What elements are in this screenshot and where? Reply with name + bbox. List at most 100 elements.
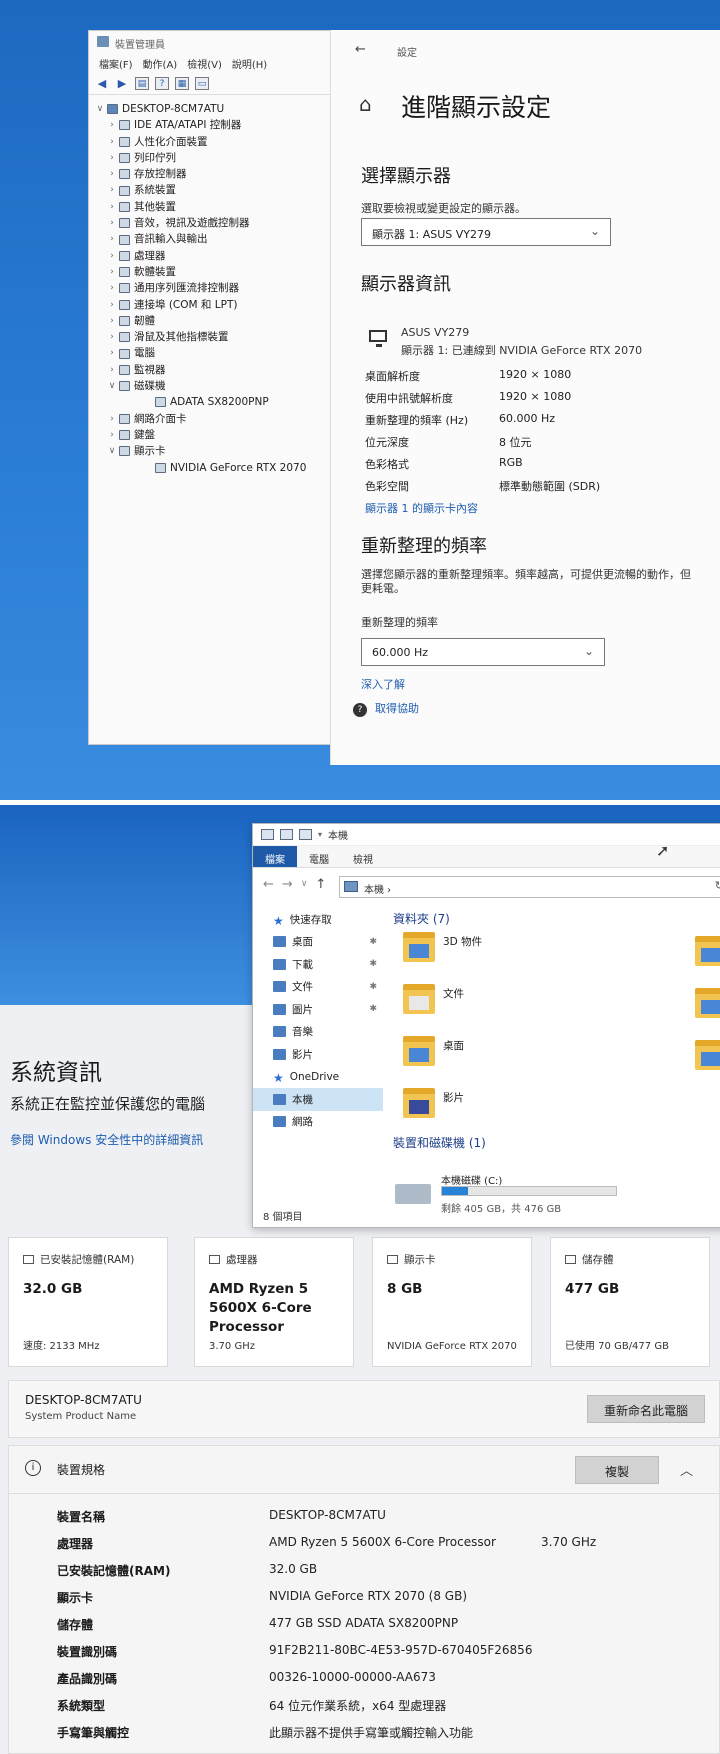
chevron-right-icon[interactable]: › (105, 248, 119, 264)
back-arrow-icon[interactable]: ← (355, 42, 366, 57)
forward-arrow-icon[interactable]: → (282, 877, 293, 892)
nav-item[interactable]: 下載 ✱ (253, 953, 383, 976)
chevron-right-icon[interactable]: › (105, 150, 119, 166)
device-tree-item[interactable]: › IDE ATA/ATAPI 控制器 (93, 117, 339, 133)
chevron-right-icon[interactable]: › (105, 427, 119, 443)
rename-pc-button[interactable]: 重新命名此電腦 (587, 1395, 705, 1423)
pin-icon[interactable]: ✱ (369, 959, 377, 969)
display-select[interactable]: 顯示器 1: ASUS VY279 ⌄ (361, 218, 611, 246)
nav-item[interactable]: 影片 (253, 1043, 383, 1066)
chevron-down-icon[interactable]: ∨ (105, 378, 119, 394)
chevron-right-icon[interactable]: › (105, 199, 119, 215)
computer-icon (261, 829, 274, 840)
drives-heading[interactable]: 裝置和磁碟機 (1) (393, 1134, 486, 1151)
device-tree-item[interactable]: › 音效，視訊及遊戲控制器 (93, 215, 339, 231)
menu-view[interactable]: 檢視(V) (187, 56, 222, 73)
menu-file[interactable]: 檔案(F) (99, 56, 133, 73)
device-tree-item[interactable]: ∨ DESKTOP-8CM7ATU (93, 101, 339, 117)
device-tree-item[interactable]: › 連接埠 (COM 和 LPT) (93, 297, 339, 313)
spec-row: 裝置名稱 DESKTOP-8CM7ATU (57, 1508, 717, 1528)
folders-heading[interactable]: 資料夾 (7) (393, 910, 450, 927)
recent-locations-icon[interactable]: ∨ (301, 879, 308, 889)
device-tree-item[interactable]: › 系統裝置 (93, 182, 339, 198)
device-tree-item[interactable]: › 電腦 (93, 345, 339, 361)
view-icon[interactable]: ▦ (175, 77, 189, 90)
device-tree-item[interactable]: › 處理器 (93, 248, 339, 264)
chevron-right-icon[interactable]: › (105, 313, 119, 329)
chevron-down-icon[interactable]: ∨ (105, 443, 119, 459)
nav-item[interactable]: 文件 ✱ (253, 976, 383, 999)
nav-item[interactable]: 桌面 ✱ (253, 931, 383, 954)
back-arrow-icon[interactable]: ◀ (95, 77, 109, 90)
adapter-properties-link[interactable]: 顯示器 1 的顯示卡內容 (365, 500, 478, 516)
up-arrow-icon[interactable]: ↑ (315, 877, 326, 892)
menu-action[interactable]: 動作(A) (143, 56, 178, 73)
chevron-right-icon[interactable]: › (105, 280, 119, 296)
pin-icon[interactable]: ✱ (369, 1004, 377, 1014)
chevron-right-icon[interactable]: › (105, 411, 119, 427)
device-tree-item[interactable]: › 鍵盤 (93, 427, 339, 443)
device-specs: i 裝置規格 複製 ︿ 裝置名稱 DESKTOP-8CM7ATU 處理器 AMD R… (8, 1445, 720, 1754)
device-tree-item[interactable]: NVIDIA GeForce RTX 2070 (93, 460, 339, 476)
device-tree-item[interactable]: › 其他裝置 (93, 199, 339, 215)
chevron-up-icon[interactable]: ︿ (680, 1460, 693, 1479)
computer-icon (344, 881, 358, 892)
nav-item[interactable]: ★ OneDrive (253, 1066, 383, 1089)
chevron-right-icon[interactable]: › (105, 264, 119, 280)
customize-quick-access-icon[interactable]: ▾ (318, 830, 322, 839)
device-tree-item[interactable]: › 人性化介面裝置 (93, 134, 339, 150)
refresh-icon[interactable]: ↻ (715, 879, 720, 892)
properties-icon[interactable]: ▤ (135, 77, 149, 90)
menu-help[interactable]: 說明(H) (232, 56, 267, 73)
pin-icon[interactable]: ✱ (369, 982, 377, 992)
chevron-right-icon[interactable]: › (105, 362, 119, 378)
nav-item[interactable]: 音樂 (253, 1021, 383, 1044)
properties-icon[interactable] (280, 829, 293, 840)
chevron-right-icon[interactable]: › (105, 345, 119, 361)
device-tree-item[interactable]: › 軟體裝置 (93, 264, 339, 280)
new-folder-icon[interactable] (299, 829, 312, 840)
folder-icon (273, 1026, 286, 1038)
tab-file[interactable]: 檔案 (253, 846, 297, 867)
chevron-right-icon[interactable]: › (105, 166, 119, 182)
chevron-right-icon[interactable]: › (105, 182, 119, 198)
tab-view[interactable]: 檢視 (341, 846, 385, 867)
device-specs-header[interactable]: i 裝置規格 複製 ︿ (9, 1446, 719, 1494)
copy-button[interactable]: 複製 (575, 1456, 659, 1484)
nav-item[interactable]: 本機 (253, 1088, 383, 1111)
refresh-rate-select[interactable]: 60.000 Hz ⌄ (361, 638, 605, 666)
device-tree-item[interactable]: › 滑鼠及其他指標裝置 (93, 329, 339, 345)
chevron-right-icon[interactable]: › (105, 231, 119, 247)
chevron-right-icon[interactable]: › (105, 134, 119, 150)
tab-computer[interactable]: 電腦 (297, 846, 341, 867)
pin-icon[interactable]: ✱ (369, 937, 377, 947)
device-tree-item[interactable]: ∨ 顯示卡 (93, 443, 339, 459)
nav-item[interactable]: ★ 快速存取 (253, 908, 383, 931)
chevron-right-icon[interactable]: › (105, 117, 119, 133)
nav-item[interactable]: 圖片 ✱ (253, 998, 383, 1021)
device-tree-item[interactable]: ADATA SX8200PNP (93, 394, 339, 410)
forward-arrow-icon[interactable]: ▶ (115, 77, 129, 90)
learn-more-link[interactable]: 深入了解 (361, 676, 405, 692)
address-bar[interactable]: 本機 › ↻ (339, 876, 720, 898)
back-arrow-icon[interactable]: ← (263, 877, 274, 892)
chevron-right-icon[interactable]: › (105, 329, 119, 345)
chevron-down-icon[interactable]: ∨ (93, 101, 107, 117)
nav-item[interactable]: 網路 (253, 1111, 383, 1134)
device-tree-item[interactable]: › 韌體 (93, 313, 339, 329)
get-help-link[interactable]: ? 取得協助 (353, 700, 419, 717)
device-tree-label: 顯示卡 (134, 445, 166, 458)
security-link[interactable]: 參閱 Windows 安全性中的詳細資訊 (10, 1131, 203, 1148)
chevron-right-icon[interactable]: › (105, 297, 119, 313)
device-tree-item[interactable]: › 監視器 (93, 362, 339, 378)
help-icon[interactable]: ? (155, 77, 169, 90)
device-tree-item[interactable]: › 列印佇列 (93, 150, 339, 166)
monitor-icon[interactable]: ▭ (195, 77, 209, 90)
chevron-right-icon[interactable]: › (105, 215, 119, 231)
device-tree-item[interactable]: › 音訊輸入與輸出 (93, 231, 339, 247)
home-icon[interactable]: ⌂ (359, 92, 372, 116)
device-tree-item[interactable]: › 網路介面卡 (93, 411, 339, 427)
device-tree-item[interactable]: › 通用序列匯流排控制器 (93, 280, 339, 296)
device-tree-item[interactable]: ∨ 磁碟機 (93, 378, 339, 394)
device-tree-item[interactable]: › 存放控制器 (93, 166, 339, 182)
